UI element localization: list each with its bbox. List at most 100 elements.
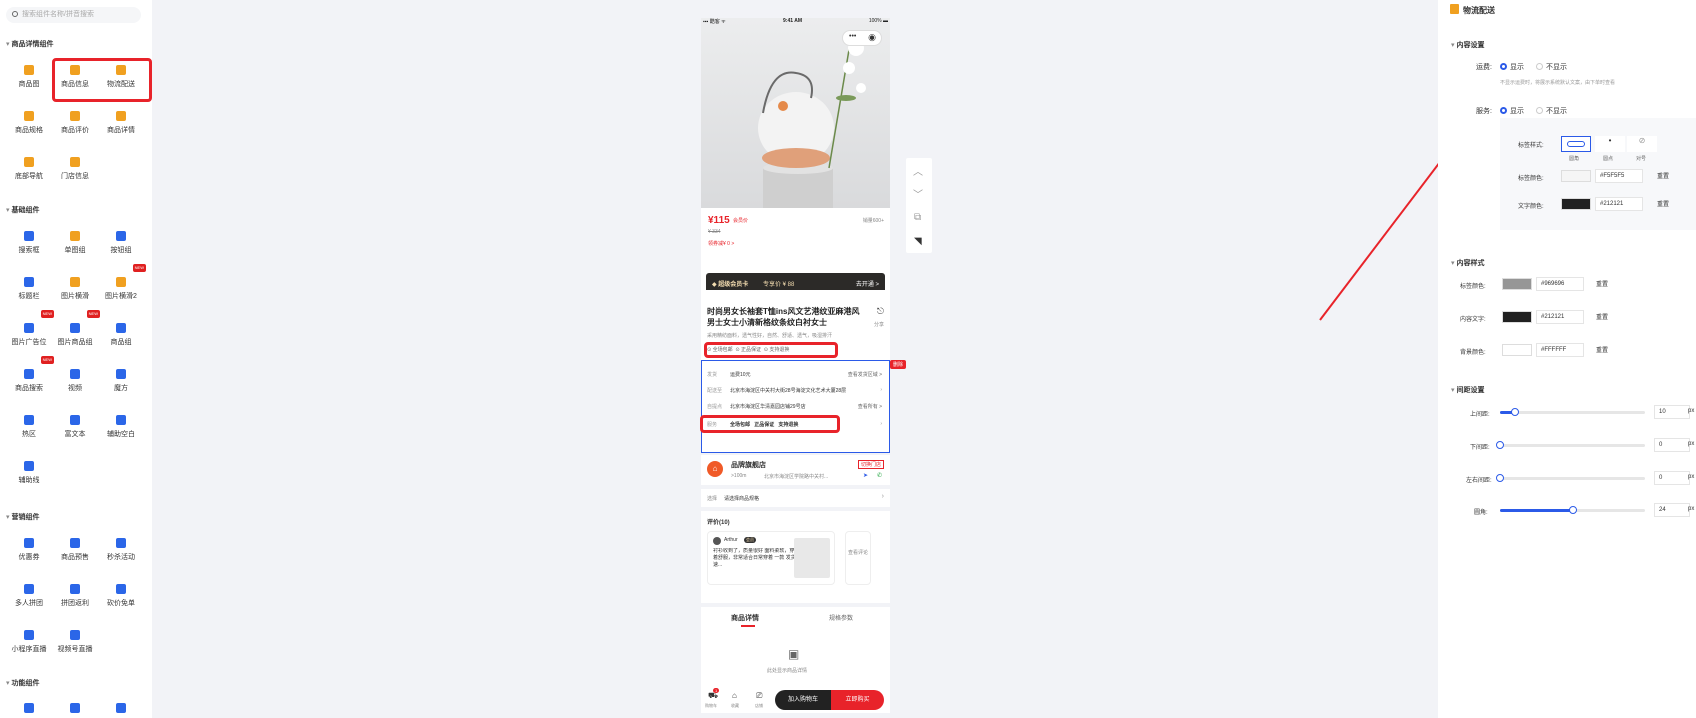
phone-icon[interactable]: ✆	[877, 472, 882, 479]
component-basic-13[interactable]: 富文本	[54, 406, 96, 448]
bg-color-swatch[interactable]	[1502, 344, 1532, 356]
tag-color-input[interactable]: #F5F5F5	[1595, 169, 1643, 183]
section-marketing[interactable]: 营销组件	[6, 512, 39, 522]
component-marketing-5[interactable]: 砍价免单	[100, 575, 142, 617]
close-target-icon[interactable]: ◉	[868, 32, 876, 43]
freight-show-radio[interactable]: 显示	[1500, 62, 1524, 72]
component-detail-3[interactable]: 商品规格	[8, 102, 50, 144]
delete-badge[interactable]: 删除	[890, 360, 907, 369]
component-basic-5[interactable]: 图片横滑2 NEW	[100, 264, 146, 310]
bottom-spacing-input[interactable]: 0	[1654, 438, 1690, 452]
component-detail-5[interactable]: 商品详情	[100, 102, 142, 144]
component-basic-1[interactable]: 单图组	[54, 222, 96, 264]
component-marketing-2[interactable]: 秒杀活动	[100, 529, 142, 571]
component-basic-12[interactable]: 热区	[8, 406, 50, 448]
slider-knob[interactable]	[1496, 441, 1504, 449]
component-marketing-7[interactable]: 视频号直播	[54, 621, 96, 663]
fav-icon[interactable]: ⌂	[732, 691, 737, 700]
content-style-header[interactable]: ▾ 内容样式	[1451, 258, 1484, 268]
component-function-0[interactable]	[8, 694, 50, 718]
buy-now-button[interactable]: 立即购买	[831, 690, 884, 710]
top-spacing-slider[interactable]	[1500, 408, 1645, 416]
coupon-link[interactable]: 领券减¥ 0 >	[708, 240, 734, 247]
slider-knob[interactable]	[1568, 506, 1577, 514]
lr-spacing-slider[interactable]	[1496, 474, 1645, 482]
navigate-icon[interactable]: ➤	[863, 472, 868, 479]
radius-input[interactable]: 24	[1654, 503, 1690, 517]
component-basic-6[interactable]: 图片广告位 NEW	[8, 310, 54, 356]
share-icon[interactable]: ⎋	[877, 306, 884, 317]
shipping-row[interactable]: 发货 运费10元 查看发货区域 >	[707, 371, 882, 383]
label-color-swatch[interactable]	[1502, 278, 1532, 290]
component-detail-4[interactable]: 商品评价	[54, 102, 96, 144]
logistics-module[interactable]: 发货 运费10元 查看发货区域 > 配送至 北京市海淀区中关村大街28号海淀文化艺术大…	[701, 360, 890, 453]
service-show-radio[interactable]: 显示	[1500, 106, 1524, 116]
move-up-icon[interactable]: ︿	[913, 163, 923, 178]
review-item[interactable]: Arthur 会员 衬衫收到了，质量很好 面料柔软，穿着舒服，非常适合日常穿着 …	[707, 531, 835, 585]
add-to-cart-button[interactable]: 加入购物车	[775, 690, 831, 710]
component-detail-0[interactable]: 商品图	[8, 56, 50, 98]
content-settings-header[interactable]: ▾ 内容设置	[1451, 40, 1484, 50]
content-text-input[interactable]: #212121	[1536, 310, 1584, 324]
bottom-spacing-slider[interactable]	[1496, 441, 1645, 449]
slider-knob[interactable]	[1496, 474, 1504, 482]
view-reviews-button[interactable]: 查看评论	[845, 531, 871, 585]
pickup-row[interactable]: 自提点 北京市海淀区华清嘉园店铺29号店 查看所有 >	[707, 403, 882, 415]
radius-slider[interactable]	[1500, 506, 1645, 514]
spacing-header[interactable]: ▾ 间距设置	[1451, 385, 1484, 395]
component-basic-0[interactable]: 搜索框	[8, 222, 50, 264]
component-basic-7[interactable]: 图片商品组 NEW	[54, 310, 100, 356]
area-row[interactable]: 配送至 北京市海淀区中关村大街28号海淀文化艺术大厦28层 ›	[707, 387, 882, 399]
switch-store-button[interactable]: 切换门店	[857, 460, 884, 469]
more-icon[interactable]: •••	[849, 33, 856, 40]
content-text-reset[interactable]: 重置	[1596, 312, 1608, 321]
store-card[interactable]: ⌂ 品牌旗舰店 切换门店 >100m 北京市海淀区学院路中关村... ➤ ✆	[701, 455, 890, 485]
component-function-1[interactable]	[54, 694, 96, 718]
text-color-input[interactable]: #212121	[1595, 197, 1643, 211]
label-color-reset[interactable]: 重置	[1596, 279, 1608, 288]
component-basic-14[interactable]: 辅助空白	[100, 406, 142, 448]
component-basic-9[interactable]: 商品搜索 NEW	[8, 356, 54, 402]
tag-color-reset[interactable]: 重置	[1657, 171, 1669, 180]
product-image[interactable]: ▪▪▪ 酷客 ᯤ 9:41 AM 100% ▬ ••• ◉	[701, 18, 890, 208]
store-nav-icon[interactable]: ⎚	[756, 691, 762, 701]
component-marketing-1[interactable]: 商品预售	[54, 529, 96, 571]
section-basic[interactable]: 基础组件	[6, 205, 39, 215]
component-marketing-4[interactable]: 拼团返利	[54, 575, 96, 617]
freight-hide-radio[interactable]: 不显示	[1536, 62, 1567, 72]
copy-icon[interactable]: ⧉	[914, 212, 921, 223]
move-down-icon[interactable]: ﹀	[913, 186, 923, 201]
tab-detail[interactable]: 商品详情	[731, 613, 759, 623]
pickup-link[interactable]: 查看所有 >	[858, 403, 882, 410]
component-basic-15[interactable]: 辅助线	[8, 452, 50, 494]
spec-row[interactable]: 选择 请选择商品规格 ›	[701, 489, 890, 507]
component-basic-8[interactable]: 商品组	[100, 314, 142, 356]
ship-area-link[interactable]: 查看发货区域 >	[848, 371, 882, 378]
component-basic-4[interactable]: 图片横滑	[54, 268, 96, 310]
section-function[interactable]: 功能组件	[6, 678, 39, 688]
component-function-2[interactable]	[100, 694, 142, 718]
text-color-swatch[interactable]	[1561, 198, 1591, 210]
component-marketing-0[interactable]: 优惠券	[8, 529, 50, 571]
top-spacing-input[interactable]: 10	[1654, 405, 1690, 419]
component-detail-7[interactable]: 门店信息	[54, 148, 96, 190]
lr-spacing-input[interactable]: 0	[1654, 471, 1690, 485]
label-color-input[interactable]: #969696	[1536, 277, 1584, 291]
style-rounded-option[interactable]	[1561, 136, 1591, 152]
component-marketing-6[interactable]: 小程序直播	[8, 621, 50, 663]
component-search-input[interactable]: 搜索组件名称/拼音搜索	[6, 7, 141, 23]
component-basic-3[interactable]: 标题栏	[8, 268, 50, 310]
tab-params[interactable]: 规格参数	[829, 613, 853, 622]
style-check-option[interactable]: ⊘	[1627, 136, 1657, 152]
component-detail-6[interactable]: 底部导航	[8, 148, 50, 190]
component-basic-2[interactable]: 按钮组	[100, 222, 142, 264]
component-basic-10[interactable]: 视频	[54, 360, 96, 402]
vip-open-button[interactable]: 去开通 >	[856, 279, 879, 288]
miniapp-capsule[interactable]: ••• ◉	[842, 30, 882, 46]
tag-color-swatch[interactable]	[1561, 170, 1591, 182]
bg-color-input[interactable]: #FFFFFF	[1536, 343, 1584, 357]
service-hide-radio[interactable]: 不显示	[1536, 106, 1567, 116]
component-marketing-3[interactable]: 多人拼团	[8, 575, 50, 617]
text-color-reset[interactable]: 重置	[1657, 199, 1669, 208]
scroll-top-icon[interactable]: ◥	[914, 236, 922, 247]
